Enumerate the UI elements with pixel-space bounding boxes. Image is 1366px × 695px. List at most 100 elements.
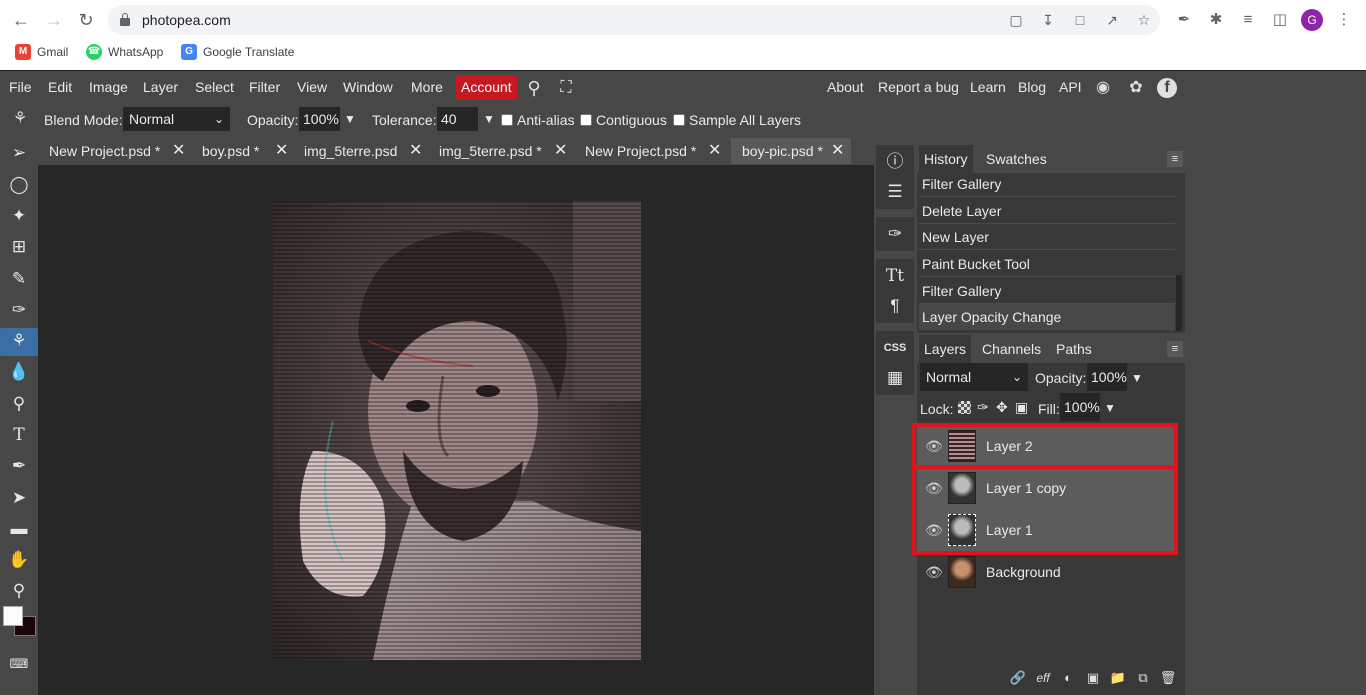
side-panel-icon[interactable]: ◫ (1270, 10, 1290, 30)
fullscreen-icon[interactable]: ⛶ (556, 78, 576, 98)
close-icon[interactable]: ✕ (831, 138, 844, 164)
layer-opacity-dropdown-icon[interactable]: ▼ (1131, 371, 1143, 385)
link-report-bug[interactable]: Report a bug (878, 79, 959, 95)
menu-image[interactable]: Image (89, 79, 128, 95)
type-tool-icon[interactable]: T (6, 422, 32, 448)
menu-layer[interactable]: Layer (143, 79, 178, 95)
layer-row-background[interactable]: 👁 Background (917, 551, 1175, 593)
panel-menu-icon[interactable]: ≡ (1167, 151, 1183, 167)
close-icon[interactable]: ✕ (275, 138, 288, 164)
tolerance-input[interactable]: 40 (437, 107, 478, 131)
foreground-color-swatch[interactable] (3, 606, 23, 626)
menu-file[interactable]: File (9, 79, 32, 95)
path-select-tool-icon[interactable]: ➤ (6, 485, 32, 511)
new-layer-icon[interactable]: ⧉ (1134, 669, 1152, 687)
history-scrollbar[interactable] (1176, 275, 1182, 331)
paragraph-icon[interactable]: ¶ (876, 291, 914, 321)
pen-tool-icon[interactable]: ✒ (6, 453, 32, 479)
kebab-menu-icon[interactable]: ⋮ (1334, 10, 1354, 30)
image-icon[interactable]: ▦ (876, 363, 914, 393)
link-blog[interactable]: Blog (1018, 79, 1046, 95)
link-about[interactable]: About (827, 79, 864, 95)
tab-channels[interactable]: Channels (977, 335, 1046, 363)
menu-edit[interactable]: Edit (48, 79, 72, 95)
back-icon[interactable]: ← (9, 8, 33, 32)
zoom-tool-icon[interactable]: ⚲ (6, 578, 32, 604)
close-icon[interactable]: ✕ (554, 138, 567, 164)
brush-tool-icon[interactable]: ✑ (6, 297, 32, 323)
history-item[interactable]: Delete Layer (919, 198, 1175, 224)
info-icon[interactable]: ⓘ (876, 147, 914, 177)
tab-history[interactable]: History (919, 145, 973, 173)
close-icon[interactable]: ✕ (708, 138, 721, 164)
tab-boy-pic[interactable]: boy-pic.psd * ✕ (731, 138, 851, 164)
blend-mode-select[interactable]: Normal ⌄ (123, 107, 230, 131)
tab-paths[interactable]: Paths (1051, 335, 1097, 363)
facebook-icon[interactable]: f (1157, 78, 1177, 98)
character-icon[interactable]: Tt (876, 261, 914, 291)
canvas-image[interactable] (273, 201, 641, 660)
rectangle-tool-icon[interactable]: ▬ (6, 516, 32, 542)
move-tool-icon[interactable]: ➢ (6, 140, 32, 166)
layer-name[interactable]: Background (986, 564, 1061, 580)
reddit-icon[interactable]: ◉ (1093, 78, 1113, 98)
history-item[interactable]: New Layer (919, 224, 1175, 250)
eyedropper-extension-icon[interactable]: ✒ (1174, 10, 1194, 30)
fill-dropdown-icon[interactable]: ▼ (1104, 401, 1116, 415)
history-item[interactable]: Filter Gallery (919, 171, 1175, 197)
blur-tool-icon[interactable]: 💧 (6, 359, 32, 385)
tab-new-project-1[interactable]: New Project.psd * ✕ (38, 138, 186, 164)
layer-blend-select[interactable]: Normal ⌄ (920, 363, 1028, 391)
menu-more[interactable]: More (411, 79, 443, 95)
lock-all-icon[interactable]: ▣ (1015, 399, 1028, 416)
hand-tool-icon[interactable]: ✋ (6, 547, 32, 573)
dodge-tool-icon[interactable]: ⚲ (6, 391, 32, 417)
tab-new-project-2[interactable]: New Project.psd * ✕ (574, 138, 722, 164)
layer-opacity-input[interactable]: 100% (1087, 363, 1127, 391)
bookmark-gmail[interactable]: M Gmail (15, 43, 68, 61)
link-learn[interactable]: Learn (970, 79, 1006, 95)
lasso-tool-icon[interactable]: ◯ (6, 172, 32, 198)
address-bar[interactable]: photopea.com ▢ ↧ □ ↗ ☆ (108, 5, 1160, 35)
bookmark-google-translate[interactable]: G Google Translate (181, 43, 294, 61)
profile-avatar[interactable]: G (1301, 9, 1323, 31)
media-queue-icon[interactable]: ≡ (1238, 10, 1258, 30)
brush-settings-icon[interactable]: ✑ (876, 219, 914, 249)
menu-select[interactable]: Select (195, 79, 234, 95)
bookmark-star-icon[interactable]: ☆ (1136, 12, 1152, 28)
canvas-workspace[interactable] (38, 165, 874, 695)
visibility-eye-icon[interactable]: 👁 (925, 564, 943, 580)
extensions-puzzle-icon[interactable]: ✱ (1206, 10, 1226, 30)
history-item[interactable]: Filter Gallery (919, 278, 1175, 304)
cast-icon[interactable]: ▢ (1008, 12, 1024, 28)
tab-layers[interactable]: Layers (919, 335, 972, 363)
opacity-input[interactable]: 100% (299, 107, 340, 131)
share-icon[interactable]: ↗ (1104, 12, 1120, 28)
sample-all-checkbox[interactable] (673, 114, 685, 126)
crop-tool-icon[interactable]: ⊞ (6, 234, 32, 260)
reload-icon[interactable]: ↻ (74, 8, 98, 32)
history-item-current[interactable]: Layer Opacity Change (919, 304, 1175, 330)
css-icon[interactable]: CSS (876, 333, 914, 363)
close-icon[interactable]: ✕ (172, 138, 185, 164)
forward-icon[interactable]: → (42, 8, 66, 32)
url-text[interactable]: photopea.com (142, 12, 231, 28)
tab-img-5terre-2[interactable]: img_5terre.psd * ✕ (428, 138, 568, 164)
history-item[interactable]: Paint Bucket Tool (919, 251, 1175, 277)
tolerance-dropdown-icon[interactable]: ▼ (483, 112, 495, 126)
lock-paint-icon[interactable]: ✑ (977, 399, 989, 416)
adjustment-layer-icon[interactable]: ◐ (1059, 669, 1077, 687)
layer-effects-icon[interactable]: eff (1034, 669, 1052, 687)
anti-alias-checkbox[interactable] (501, 114, 513, 126)
new-folder-icon[interactable]: 📁 (1109, 669, 1127, 687)
lock-transparency-icon[interactable] (958, 401, 971, 414)
menu-window[interactable]: Window (343, 79, 393, 95)
opacity-dropdown-icon[interactable]: ▼ (344, 112, 356, 126)
tab-swatches[interactable]: Swatches (981, 145, 1052, 173)
magic-wand-tool-icon[interactable]: ✦ (6, 203, 32, 229)
healing-brush-tool-icon[interactable]: ✎ (6, 266, 32, 292)
contiguous-checkbox[interactable] (580, 114, 592, 126)
tab-boy[interactable]: boy.psd * ✕ (191, 138, 291, 164)
install-icon[interactable]: ↧ (1040, 12, 1056, 28)
link-layers-icon[interactable]: 🔗 (1009, 669, 1027, 687)
